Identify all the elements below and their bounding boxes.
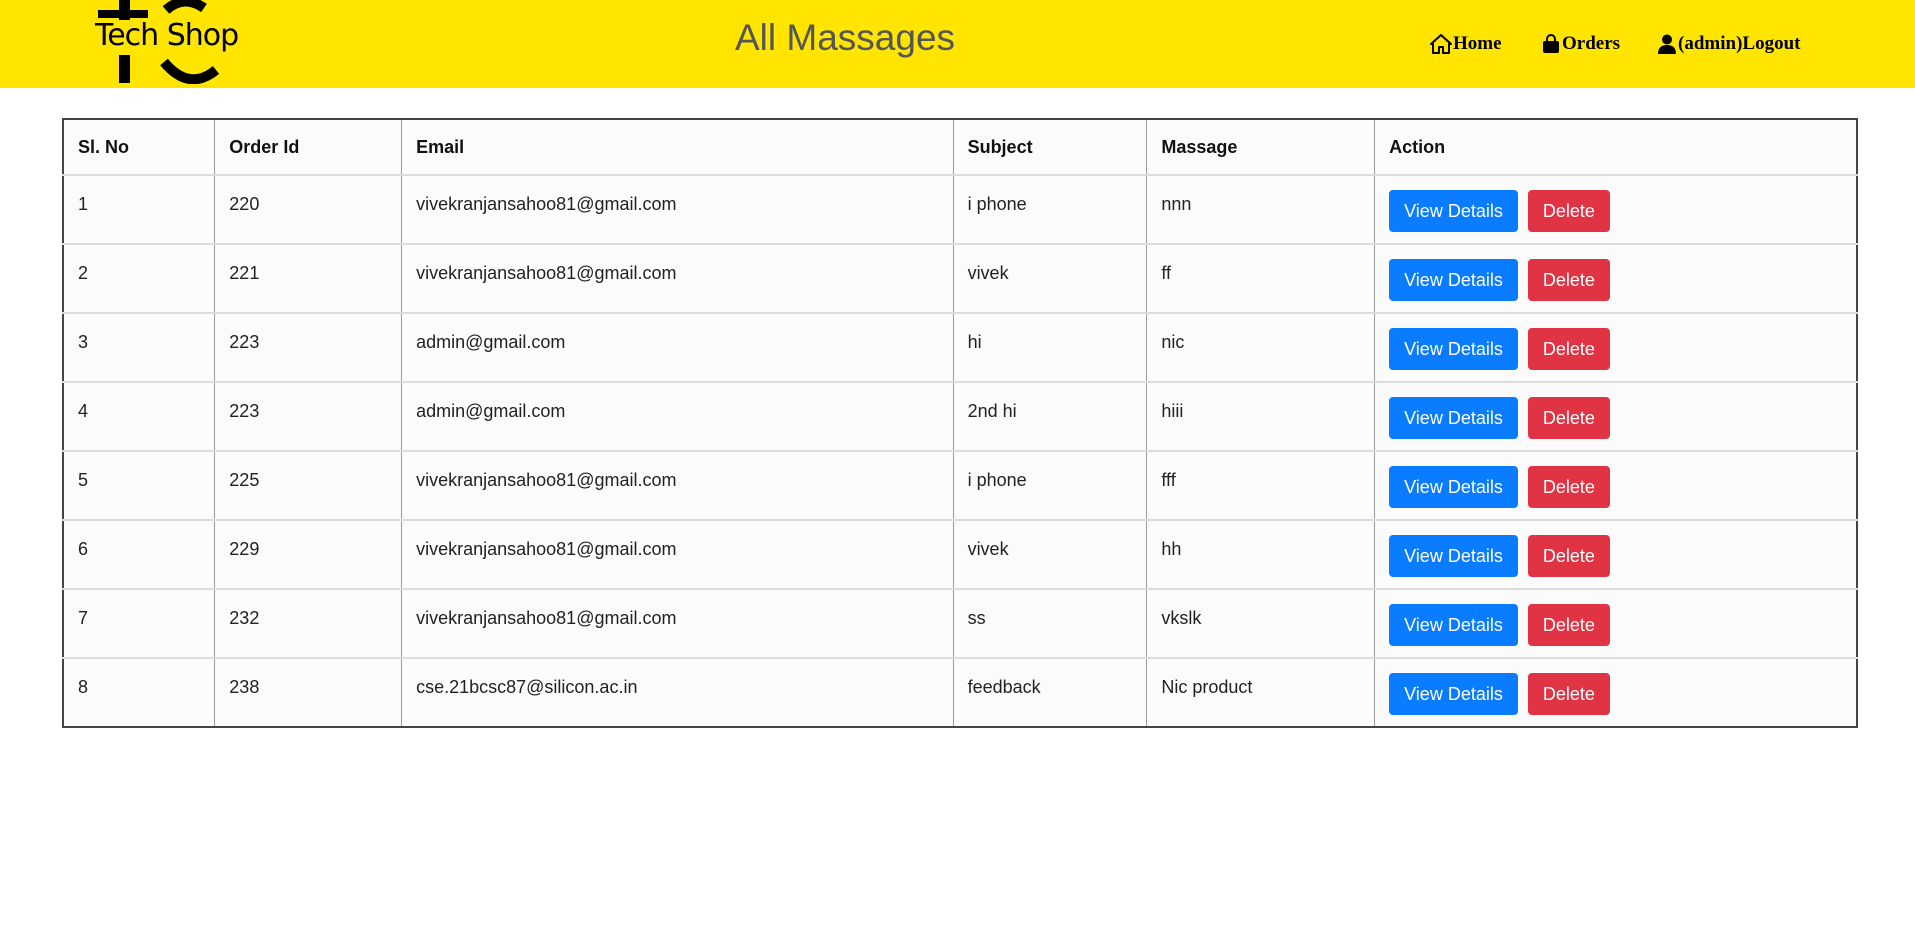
cell-email: vivekranjansahoo81@gmail.com — [401, 243, 954, 313]
cell-subject: hi — [952, 312, 1148, 382]
cell-email: vivekranjansahoo81@gmail.com — [401, 450, 954, 520]
nav-home-link[interactable]: Home — [1430, 30, 1502, 58]
delete-button[interactable]: Delete — [1527, 259, 1610, 301]
table-row: 6 229 vivekranjansahoo81@gmail.com vivek… — [62, 519, 1858, 589]
user-icon — [1658, 34, 1676, 54]
cell-message: hiii — [1146, 381, 1376, 451]
cell-sl-no: 2 — [62, 243, 216, 313]
nav-logout-label: (admin)Logout — [1678, 33, 1801, 54]
view-details-button[interactable]: View Details — [1389, 673, 1518, 715]
page-title: All Massages — [734, 17, 956, 58]
cell-order-id: 232 — [214, 588, 403, 658]
cell-order-id: 223 — [214, 381, 403, 451]
delete-button[interactable]: Delete — [1527, 190, 1610, 232]
header-message: Massage — [1146, 119, 1376, 175]
nav-orders-link[interactable]: Orders — [1541, 30, 1620, 58]
header-email: Email — [401, 119, 954, 175]
cell-email: admin@gmail.com — [401, 381, 954, 451]
cell-subject: vivek — [952, 243, 1148, 313]
cell-subject: ss — [952, 588, 1148, 658]
messages-table: Sl. No Order Id Email Subject Massage Ac… — [62, 118, 1858, 728]
cell-sl-no: 3 — [62, 312, 216, 382]
header-action: Action — [1374, 119, 1858, 175]
table-row: 2 221 vivekranjansahoo81@gmail.com vivek… — [62, 243, 1858, 313]
table-row: 7 232 vivekranjansahoo81@gmail.com ss vk… — [62, 588, 1858, 658]
cell-subject: i phone — [952, 450, 1148, 520]
view-details-button[interactable]: View Details — [1389, 466, 1518, 508]
view-details-button[interactable]: View Details — [1389, 604, 1518, 646]
delete-button[interactable]: Delete — [1527, 673, 1610, 715]
table-row: 1 220 vivekranjansahoo81@gmail.com i pho… — [62, 174, 1858, 244]
cell-actions: View Details Delete — [1374, 588, 1858, 658]
cell-message: hh — [1146, 519, 1376, 589]
header-subject: Subject — [952, 119, 1148, 175]
cell-order-id: 229 — [214, 519, 403, 589]
cell-message: fff — [1146, 450, 1376, 520]
table-row: 5 225 vivekranjansahoo81@gmail.com i pho… — [62, 450, 1858, 520]
cell-sl-no: 1 — [62, 174, 216, 244]
header-order-id: Order Id — [214, 119, 403, 175]
messages-table-container: Sl. No Order Id Email Subject Massage Ac… — [62, 118, 1858, 728]
cell-actions: View Details Delete — [1374, 381, 1858, 451]
cell-subject: i phone — [952, 174, 1148, 244]
table-row: 4 223 admin@gmail.com 2nd hi hiii View D… — [62, 381, 1858, 451]
home-icon — [1430, 34, 1452, 54]
cell-actions: View Details Delete — [1374, 174, 1858, 244]
cell-actions: View Details Delete — [1374, 450, 1858, 520]
nav-logout-link[interactable]: (admin)Logout — [1657, 30, 1800, 58]
shopping-bag-icon — [1543, 34, 1559, 53]
view-details-button[interactable]: View Details — [1389, 190, 1518, 232]
nav-orders-label: Orders — [1562, 33, 1621, 54]
cell-sl-no: 5 — [62, 450, 216, 520]
cell-order-id: 238 — [214, 657, 403, 727]
cell-message: nic — [1146, 312, 1376, 382]
nav-home-label: Home — [1453, 33, 1502, 54]
cell-subject: vivek — [952, 519, 1148, 589]
view-details-button[interactable]: View Details — [1389, 397, 1518, 439]
logo-text: Tech Shop — [95, 18, 239, 53]
cell-sl-no: 4 — [62, 381, 216, 451]
view-details-button[interactable]: View Details — [1389, 328, 1518, 370]
delete-button[interactable]: Delete — [1527, 466, 1610, 508]
tech-shop-logo[interactable]: Tech Shop — [94, 0, 239, 85]
cell-order-id: 225 — [214, 450, 403, 520]
cell-email: cse.21bcsc87@silicon.ac.in — [401, 657, 954, 727]
cell-sl-no: 6 — [62, 519, 216, 589]
cell-actions: View Details Delete — [1374, 519, 1858, 589]
nav-menu: Home Orders (admin)Logout — [1430, 30, 1915, 58]
cell-sl-no: 8 — [62, 657, 216, 727]
cell-message: nnn — [1146, 174, 1376, 244]
table-row: 8 238 cse.21bcsc87@silicon.ac.in feedbac… — [62, 657, 1858, 727]
cell-subject: feedback — [952, 657, 1148, 727]
cell-order-id: 220 — [214, 174, 403, 244]
cell-actions: View Details Delete — [1374, 657, 1858, 727]
cell-email: vivekranjansahoo81@gmail.com — [401, 519, 954, 589]
cell-order-id: 221 — [214, 243, 403, 313]
cell-order-id: 223 — [214, 312, 403, 382]
table-header-row: Sl. No Order Id Email Subject Massage Ac… — [62, 119, 1858, 175]
cell-email: admin@gmail.com — [401, 312, 954, 382]
delete-button[interactable]: Delete — [1527, 604, 1610, 646]
view-details-button[interactable]: View Details — [1389, 535, 1518, 577]
cell-message: ff — [1146, 243, 1376, 313]
cell-subject: 2nd hi — [952, 381, 1148, 451]
delete-button[interactable]: Delete — [1527, 397, 1610, 439]
top-navbar: Tech Shop All Massages Home Orders (admi… — [0, 0, 1915, 88]
view-details-button[interactable]: View Details — [1389, 259, 1518, 301]
header-sl-no: Sl. No — [62, 119, 216, 175]
cell-email: vivekranjansahoo81@gmail.com — [401, 588, 954, 658]
table-row: 3 223 admin@gmail.com hi nic View Detail… — [62, 312, 1858, 382]
cell-message: vkslk — [1146, 588, 1376, 658]
delete-button[interactable]: Delete — [1527, 535, 1610, 577]
cell-actions: View Details Delete — [1374, 243, 1858, 313]
cell-actions: View Details Delete — [1374, 312, 1858, 382]
cell-sl-no: 7 — [62, 588, 216, 658]
delete-button[interactable]: Delete — [1527, 328, 1610, 370]
cell-email: vivekranjansahoo81@gmail.com — [401, 174, 954, 244]
cell-message: Nic product — [1146, 657, 1376, 727]
